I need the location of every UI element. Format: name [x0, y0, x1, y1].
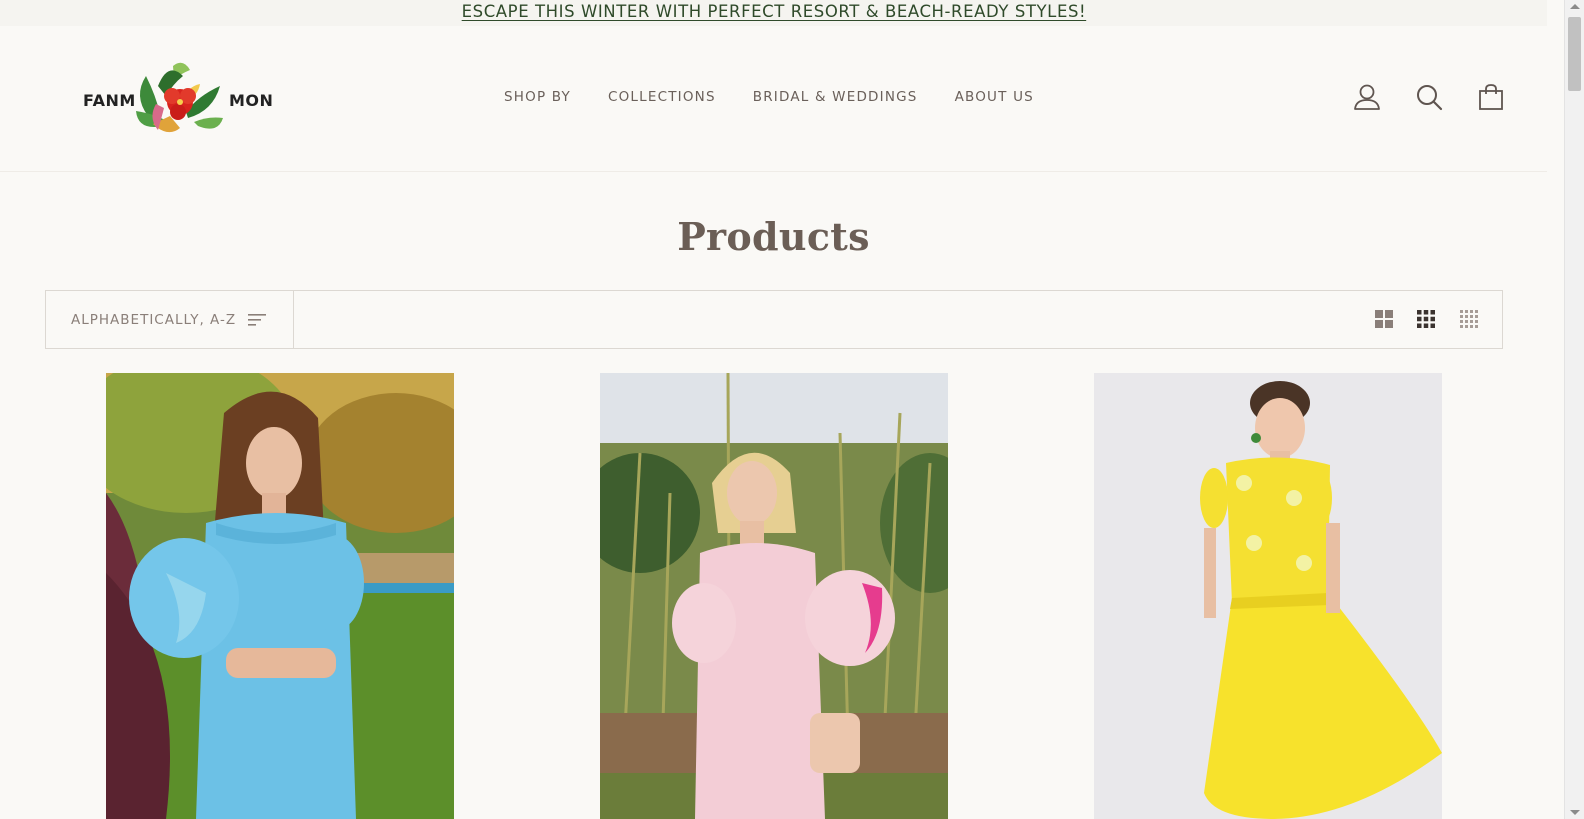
search-icon[interactable] [1414, 82, 1444, 112]
nav-collections[interactable]: COLLECTIONS [608, 89, 716, 105]
scroll-up-arrow-icon[interactable] [1570, 4, 1580, 9]
cart-icon[interactable] [1476, 82, 1506, 112]
yellow-dress-photo [1094, 373, 1442, 819]
grid-2-icon[interactable] [1374, 309, 1394, 329]
nav-bridal-weddings[interactable]: BRIDAL & WEDDINGS [753, 89, 918, 105]
grid-3-icon[interactable] [1416, 309, 1436, 329]
scroll-down-arrow-icon[interactable] [1570, 810, 1580, 815]
nav-shop-by[interactable]: SHOP BY [504, 89, 571, 105]
product-card-3[interactable] [1094, 373, 1442, 819]
page-scrollbar[interactable] [1564, 0, 1584, 819]
product-card-1[interactable] [106, 373, 454, 819]
site-header: FANM MON SHOP BY COLLECTIONS BRIDAL & WE… [0, 26, 1547, 172]
sort-dropdown[interactable]: ALPHABETICALLY, A-Z [46, 291, 294, 348]
pink-dress-photo [600, 373, 948, 819]
account-icon[interactable] [1352, 82, 1382, 112]
main-nav: SHOP BY COLLECTIONS BRIDAL & WEDDINGS AB… [504, 89, 1071, 105]
sort-lines-icon [248, 313, 267, 326]
announcement-link[interactable]: ESCAPE THIS WINTER WITH PERFECT RESORT &… [461, 0, 1086, 25]
nav-about-us[interactable]: ABOUT US [955, 89, 1034, 105]
tropical-flower-icon [136, 62, 223, 133]
announcement-bar: ESCAPE THIS WINTER WITH PERFECT RESORT &… [0, 0, 1547, 26]
product-card-2[interactable] [600, 373, 948, 819]
sort-label: ALPHABETICALLY, A-Z [71, 311, 237, 328]
brand-name-right: MON [229, 91, 274, 110]
collection-toolbar: ALPHABETICALLY, A-Z [45, 290, 1503, 349]
page-title: Products [677, 214, 870, 259]
brand-logo[interactable]: FANM MON [80, 56, 280, 140]
scroll-thumb[interactable] [1568, 17, 1581, 91]
grid-4-icon[interactable] [1459, 309, 1479, 329]
blue-dress-photo [106, 373, 454, 819]
